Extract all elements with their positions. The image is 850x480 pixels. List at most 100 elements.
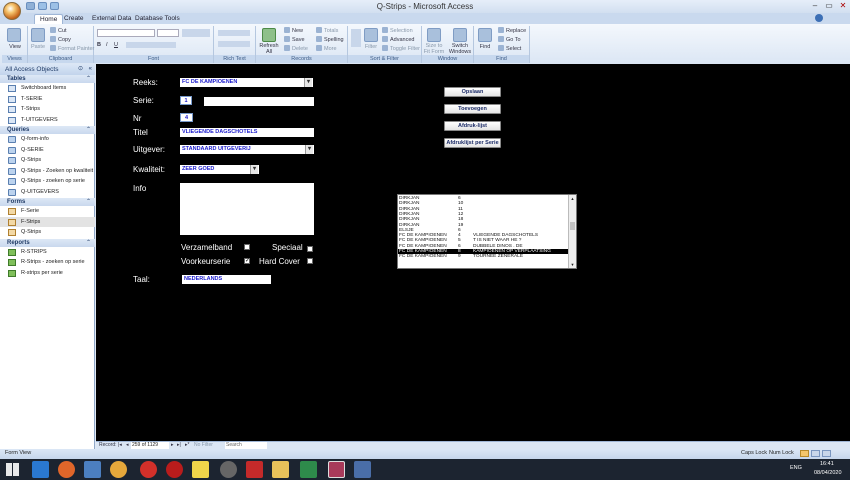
- view-button[interactable]: View: [2, 44, 28, 50]
- select-button[interactable]: Select: [498, 45, 521, 53]
- folder-icon[interactable]: [272, 461, 289, 478]
- app-icon[interactable]: [84, 461, 101, 478]
- nav-item-query[interactable]: Q-Strips - Zoeken op kwaliteit: [0, 166, 95, 177]
- switch-windows-button[interactable]: Switch Windows: [446, 43, 474, 55]
- kwaliteit-combo[interactable]: ZEER GOED: [180, 165, 259, 174]
- layout-view-icon[interactable]: [811, 450, 820, 457]
- nav-section-tables[interactable]: Tables ⌃: [0, 75, 95, 83]
- nav-item-form[interactable]: F-Serie: [0, 206, 95, 217]
- design-view-icon[interactable]: [822, 450, 831, 457]
- opslaan-button[interactable]: Opslaan: [444, 87, 501, 97]
- minimize-button[interactable]: –: [808, 1, 822, 11]
- filter-button[interactable]: Filter: [360, 44, 382, 50]
- nav-item-form[interactable]: Q-Strips: [0, 227, 95, 238]
- app-icon[interactable]: [110, 461, 127, 478]
- app-icon[interactable]: [354, 461, 371, 478]
- nav-item-report[interactable]: R-Strips - zoeken op serie: [0, 257, 95, 268]
- scroll-down-icon[interactable]: ▼: [570, 262, 575, 267]
- titel-field[interactable]: VLIEGENDE DAGSCHOTELS: [180, 128, 314, 137]
- undo-icon[interactable]: [38, 2, 47, 10]
- list-icon[interactable]: [218, 30, 250, 36]
- record-position[interactable]: 259 of 1129: [131, 442, 169, 449]
- scroll-up-icon[interactable]: ▲: [570, 196, 575, 201]
- windows-start-icon[interactable]: [6, 463, 19, 476]
- nav-section-reports[interactable]: Reports ⌃: [0, 238, 95, 247]
- close-button[interactable]: ✕: [836, 1, 850, 11]
- font-size-select[interactable]: [157, 29, 179, 37]
- access-icon[interactable]: [328, 461, 345, 478]
- toggle-filter-button[interactable]: Toggle Filter: [382, 45, 420, 53]
- collapse-icon[interactable]: «: [89, 64, 92, 75]
- clock-date[interactable]: 08/04/2020: [814, 470, 842, 476]
- nav-item-table[interactable]: Switchboard Items: [0, 83, 95, 94]
- italic-button[interactable]: I: [106, 41, 108, 49]
- tab-external-data[interactable]: External Data: [87, 14, 136, 24]
- help-icon[interactable]: [815, 14, 823, 22]
- excel-icon[interactable]: [300, 461, 317, 478]
- font-color-icon[interactable]: [126, 42, 176, 48]
- find-button[interactable]: Find: [474, 44, 496, 50]
- nav-item-table[interactable]: T-UITGEVERS: [0, 115, 95, 126]
- nav-section-forms[interactable]: Forms ⌃: [0, 198, 95, 206]
- tab-database-tools[interactable]: Database Tools: [130, 14, 185, 24]
- underline-button[interactable]: U: [114, 41, 118, 49]
- chevron-down-icon[interactable]: ⊙: [78, 64, 83, 75]
- totals-button[interactable]: Totals: [316, 27, 338, 35]
- spelling-button[interactable]: Spelling: [316, 36, 344, 44]
- clock-time[interactable]: 16:41: [820, 461, 834, 467]
- paste-icon[interactable]: [31, 28, 45, 42]
- collapse-icon[interactable]: ⌃: [86, 198, 91, 206]
- save-record-button[interactable]: Save: [284, 36, 305, 44]
- app-icon[interactable]: [192, 461, 209, 478]
- more-button[interactable]: More: [316, 45, 337, 53]
- nav-pane-header[interactable]: All Access Objects ⊙ «: [0, 64, 95, 75]
- advanced-button[interactable]: Advanced: [382, 36, 414, 44]
- headset-icon[interactable]: [220, 461, 237, 478]
- prev-record-icon[interactable]: ◂: [126, 442, 129, 449]
- binoculars-icon[interactable]: [478, 28, 492, 42]
- toevoegen-button[interactable]: Toevoegen: [444, 104, 501, 114]
- afdruk-lijst-button[interactable]: Afdruk-lijst: [444, 121, 501, 131]
- new-record-button[interactable]: New: [284, 27, 303, 35]
- hardcover-checkbox[interactable]: [307, 258, 313, 264]
- nav-item-table[interactable]: T-SERIE: [0, 94, 95, 105]
- app-icon[interactable]: [246, 461, 263, 478]
- taal-field[interactable]: NEDERLANDS: [182, 275, 271, 284]
- new-record-icon[interactable]: ▸*: [185, 442, 189, 449]
- verzamelband-checkbox[interactable]: [244, 244, 250, 250]
- nav-item-table[interactable]: T-Strips: [0, 104, 95, 115]
- strips-listbox[interactable]: DIRKJAN 6 DIRKJAN 10 DIRKJAN 11 DIRKJAN 12 DIRKJ…: [397, 194, 577, 269]
- serie-field[interactable]: 1: [180, 96, 192, 105]
- speciaal-checkbox[interactable]: [307, 246, 313, 252]
- nav-item-query[interactable]: Q-Strips - zoeken op serie: [0, 176, 95, 187]
- nav-item-query[interactable]: Q-SERIE: [0, 145, 95, 156]
- nav-item-query[interactable]: Q-Strips: [0, 155, 95, 166]
- font-name-select[interactable]: [97, 29, 155, 37]
- firefox-icon[interactable]: [58, 461, 75, 478]
- first-record-icon[interactable]: |◂: [118, 442, 122, 449]
- app-icon[interactable]: [166, 461, 183, 478]
- listbox-row[interactable]: FC DE KAMPIOENEN 9 TOURNEE ZENERALE: [398, 254, 568, 259]
- info-textarea[interactable]: [180, 183, 314, 235]
- scroll-thumb[interactable]: [570, 222, 575, 230]
- filter-icon[interactable]: [364, 28, 378, 42]
- listbox-scrollbar[interactable]: ▲ ▼: [568, 195, 576, 268]
- indent-icon[interactable]: [218, 41, 250, 47]
- last-record-icon[interactable]: ▸|: [177, 442, 181, 449]
- serie-name-field[interactable]: [204, 97, 314, 106]
- save-icon[interactable]: [26, 2, 35, 10]
- format-painter-button[interactable]: Format Painter: [50, 45, 94, 53]
- language-indicator[interactable]: ENG: [790, 465, 802, 471]
- size-to-fit-button[interactable]: Size to Fit Form: [422, 43, 446, 55]
- nav-item-query[interactable]: Q-form-info: [0, 134, 95, 145]
- ie-icon[interactable]: [32, 461, 49, 478]
- bold-button[interactable]: B: [97, 41, 101, 49]
- search-box[interactable]: Search: [225, 442, 267, 449]
- afdruklijst-per-serie-button[interactable]: Afdruklijst per Serie: [444, 138, 501, 148]
- nr-field[interactable]: 4: [180, 113, 193, 122]
- opera-icon[interactable]: [140, 461, 157, 478]
- copy-button[interactable]: Copy: [50, 36, 71, 44]
- refresh-icon[interactable]: [262, 28, 276, 42]
- switch-windows-icon[interactable]: [453, 28, 467, 42]
- nav-item-query[interactable]: Q-UITGEVERS: [0, 187, 95, 198]
